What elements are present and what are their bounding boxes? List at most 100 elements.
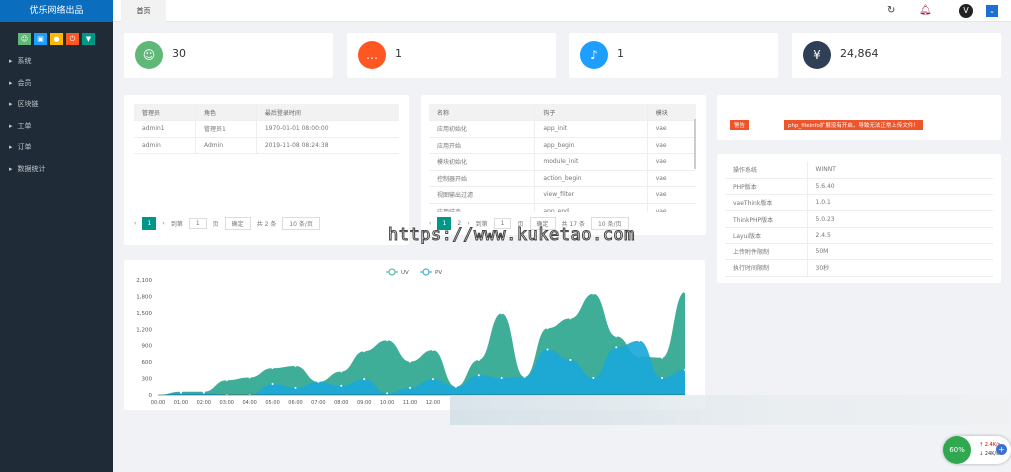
data-point-uv[interactable] bbox=[477, 358, 480, 361]
y-tick-label: 600 bbox=[142, 360, 153, 366]
watermark: https://www.kuketao.com bbox=[388, 225, 635, 246]
data-point-pv[interactable] bbox=[271, 383, 274, 386]
data-point-pv[interactable] bbox=[386, 392, 389, 395]
prev-page[interactable]: ‹ bbox=[134, 220, 136, 227]
x-tick-label: 08:00 bbox=[334, 400, 348, 406]
stat-card-notifications: ♪ 1 bbox=[569, 33, 778, 78]
column-header[interactable]: 管理员 bbox=[134, 104, 196, 121]
data-point-pv[interactable] bbox=[684, 368, 686, 371]
data-point-pv[interactable] bbox=[661, 377, 664, 380]
sidebar-item-blockchain[interactable]: 区块链 bbox=[0, 94, 113, 116]
table-row: 应用结束app_endvae bbox=[429, 203, 696, 212]
network-widget[interactable]: 60% ↑ 2.4K/s ↓ 24K/s + bbox=[943, 436, 1011, 464]
data-point-uv[interactable] bbox=[615, 335, 618, 338]
column-header[interactable]: 最后登录时间 bbox=[255, 104, 399, 121]
page-input[interactable]: 1 bbox=[188, 218, 207, 229]
data-point-uv[interactable] bbox=[363, 350, 366, 353]
y-tick-label: 1,800 bbox=[136, 294, 152, 300]
sidebar-item-system[interactable]: 系统 bbox=[0, 51, 113, 73]
traffic-chart: 0 300 600 900 1,200 1,500 1,800 2,100 00:00 01:00… bbox=[136, 268, 686, 406]
confirm-button[interactable]: 确定 bbox=[224, 217, 251, 230]
data-point-pv[interactable] bbox=[615, 346, 618, 349]
data-point-pv[interactable] bbox=[179, 391, 182, 394]
data-point-pv[interactable] bbox=[202, 391, 205, 394]
chevron-down-icon[interactable]: ⌄ bbox=[986, 5, 998, 17]
column-header[interactable]: 名称 bbox=[429, 104, 535, 121]
data-point-uv[interactable] bbox=[386, 339, 389, 342]
plus-icon[interactable]: + bbox=[996, 444, 1007, 455]
avatar[interactable]: V bbox=[959, 4, 973, 18]
bell-icon: ♪ bbox=[580, 41, 608, 69]
refresh-icon[interactable]: ↻ bbox=[887, 5, 895, 16]
data-point-pv[interactable] bbox=[340, 384, 343, 387]
data-point-pv[interactable] bbox=[409, 386, 412, 389]
table-row: 应用开始 app_begin vae bbox=[429, 137, 696, 154]
data-point-uv[interactable] bbox=[661, 356, 664, 359]
data-point-uv[interactable] bbox=[592, 292, 595, 295]
sidebar-item-order[interactable]: 订单 bbox=[0, 137, 113, 159]
data-point-pv[interactable] bbox=[431, 378, 434, 381]
legend-label[interactable]: PV bbox=[435, 270, 442, 276]
lock-icon[interactable]: ▣ bbox=[34, 33, 47, 45]
stat-value: 1 bbox=[617, 47, 624, 60]
data-point-uv[interactable] bbox=[409, 360, 412, 363]
coin-icon[interactable]: ● bbox=[50, 33, 63, 45]
data-point-uv[interactable] bbox=[684, 291, 686, 294]
column-header[interactable]: 角色 bbox=[194, 104, 257, 121]
data-point-uv[interactable] bbox=[225, 379, 228, 382]
data-point-pv[interactable] bbox=[294, 386, 297, 389]
y-tick-label: 300 bbox=[142, 377, 153, 383]
data-point-pv[interactable] bbox=[569, 358, 572, 361]
stat-card-revenue: ¥ 24,864 bbox=[792, 33, 1001, 78]
page-1[interactable]: 1 bbox=[142, 217, 157, 230]
tab-home[interactable]: 首页 bbox=[121, 0, 166, 22]
data-point-pv[interactable] bbox=[638, 339, 641, 342]
sidebar-item-ticket[interactable]: 工单 bbox=[0, 116, 113, 138]
data-point-pv[interactable] bbox=[454, 385, 457, 388]
data-point-pv[interactable] bbox=[363, 378, 366, 381]
sidebar-item-statistics[interactable]: 数据统计 bbox=[0, 159, 113, 181]
table-row: 执行时间限制 30秒 bbox=[725, 259, 993, 277]
data-point-uv[interactable] bbox=[294, 364, 297, 367]
page-size-select[interactable]: 10 条/页 bbox=[282, 217, 320, 230]
data-point-uv[interactable] bbox=[248, 376, 251, 379]
data-point-uv[interactable] bbox=[271, 367, 274, 370]
sidebar-item-member[interactable]: 会员 bbox=[0, 73, 113, 95]
scrollbar[interactable] bbox=[694, 119, 696, 169]
y-tick-label: 900 bbox=[142, 344, 153, 350]
column-header[interactable]: 钩子 bbox=[534, 104, 648, 121]
power-icon[interactable]: ⏻ bbox=[66, 33, 79, 45]
data-point-pv[interactable] bbox=[477, 374, 480, 377]
data-point-uv[interactable] bbox=[500, 312, 503, 315]
warning-message: php_fileinfo扩展没有开启，导致无法正常上传文件！ bbox=[784, 120, 923, 130]
filter-icon[interactable]: ▼ bbox=[82, 33, 95, 45]
table-row: admin Admin 2019-11-08 08:24:38 bbox=[134, 137, 399, 154]
warning-badge: 警告 bbox=[730, 120, 750, 130]
data-point-pv[interactable] bbox=[592, 377, 595, 380]
data-point-pv[interactable] bbox=[546, 348, 549, 351]
data-point-pv[interactable] bbox=[500, 377, 503, 380]
y-tick-label: 0 bbox=[149, 393, 153, 399]
data-point-uv[interactable] bbox=[546, 327, 549, 330]
legend-marker[interactable] bbox=[388, 268, 396, 276]
brand-title: 优乐网络出品 bbox=[0, 0, 113, 22]
table-row: Layui版本 2.4.5 bbox=[725, 227, 993, 244]
data-point-uv[interactable] bbox=[569, 317, 572, 320]
admin-table: 管理员 角色 最后登录时间 admin1 管理员1 1970-01-01 08:00:0… bbox=[134, 104, 399, 154]
data-point-pv[interactable] bbox=[523, 375, 526, 378]
table-row: 模块初始化 module_init vae bbox=[429, 153, 696, 171]
data-point-uv[interactable] bbox=[431, 349, 434, 352]
bell-icon[interactable]: 🔔︎ bbox=[919, 5, 932, 16]
sidebar: 优乐网络出品 ☺ ▣ ● ⏻ ▼ 系统 会员 区块链 工单 订单 数据统计 bbox=[0, 0, 113, 472]
table-row: 控制器开始 action_begin vae bbox=[429, 170, 696, 187]
user-icon[interactable]: ☺ bbox=[18, 33, 31, 45]
pagination: ‹ 1 › 到第 1 页 确定 共 2 条 10 条/页 bbox=[134, 217, 320, 230]
column-header[interactable]: 模块 bbox=[646, 104, 696, 121]
data-point-uv[interactable] bbox=[340, 370, 343, 373]
next-page[interactable]: › bbox=[162, 220, 164, 227]
legend-label[interactable]: UV bbox=[401, 270, 409, 276]
y-tick-label: 2,100 bbox=[136, 278, 152, 284]
legend-marker[interactable] bbox=[422, 268, 430, 276]
data-point-pv[interactable] bbox=[317, 380, 320, 383]
percent-circle: 60% bbox=[943, 436, 971, 464]
